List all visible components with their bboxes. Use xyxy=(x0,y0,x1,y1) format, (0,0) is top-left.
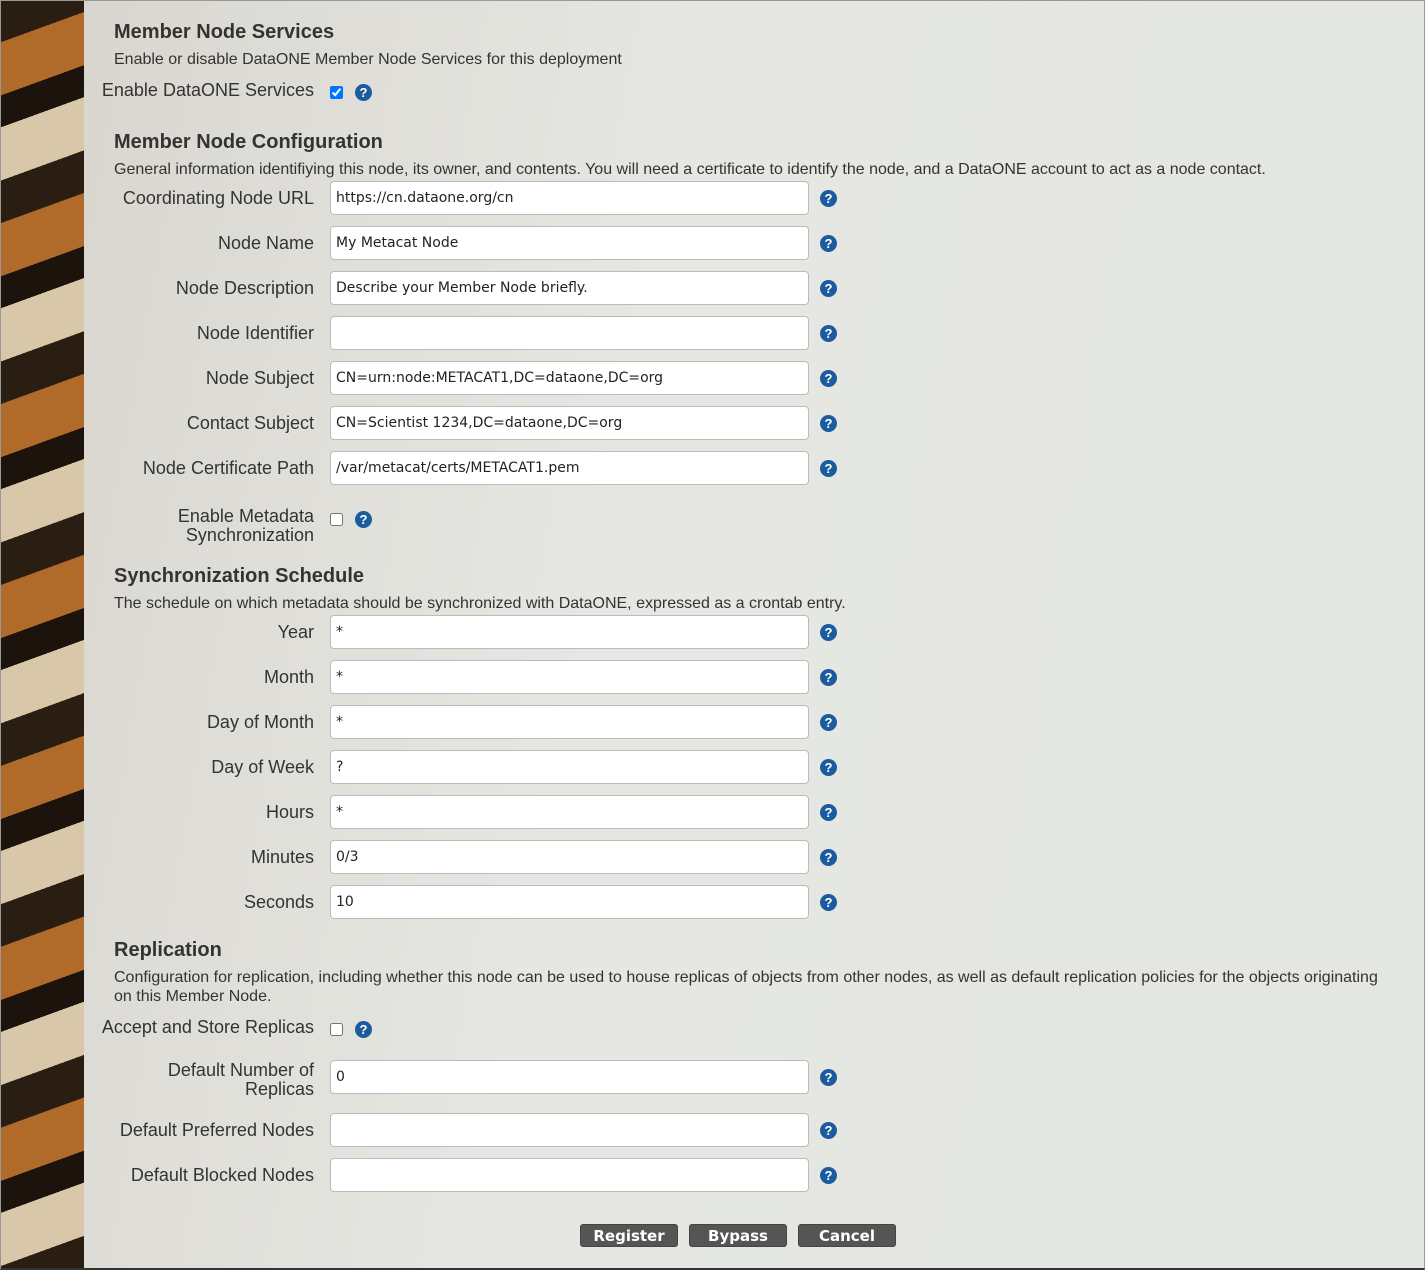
field-label: Day of Week xyxy=(211,757,314,777)
field-label: Hours xyxy=(265,802,314,822)
help-icon[interactable]: ? xyxy=(820,1167,837,1184)
help-icon[interactable]: ? xyxy=(820,325,837,342)
field-input[interactable]: * xyxy=(330,705,809,739)
field-label: Default Blocked Nodes xyxy=(130,1165,314,1185)
section-title-replication: Replication xyxy=(114,939,222,961)
enable-dataone-label: Enable DataONE Services xyxy=(101,80,314,100)
section-title-schedule: Synchronization Schedule xyxy=(114,565,365,587)
field-label: Seconds xyxy=(243,892,314,912)
help-icon[interactable]: ? xyxy=(355,84,372,101)
section-desc-replication: Configuration for replication, including… xyxy=(114,969,1378,1005)
help-icon[interactable]: ? xyxy=(820,280,837,297)
help-icon[interactable]: ? xyxy=(820,714,837,731)
field-input[interactable]: * xyxy=(330,615,809,649)
field-label: Node Name xyxy=(217,233,314,253)
cancel-button[interactable]: Cancel xyxy=(798,1224,896,1247)
help-icon[interactable]: ? xyxy=(355,1021,372,1038)
field-label: Default Preferred Nodes xyxy=(119,1120,314,1140)
help-icon[interactable]: ? xyxy=(820,849,837,866)
field-label: Node Identifier xyxy=(196,323,314,343)
help-icon[interactable]: ? xyxy=(820,460,837,477)
section-desc-config: General information identifiying this no… xyxy=(114,161,1266,178)
field-label: Contact Subject xyxy=(186,413,314,433)
field-input[interactable]: 0 xyxy=(330,1060,809,1094)
field-label: Default Number of Replicas xyxy=(167,1060,314,1099)
accept-replicas-label: Accept and Store Replicas xyxy=(101,1017,314,1037)
bypass-button[interactable]: Bypass xyxy=(689,1224,787,1247)
field-label: Day of Month xyxy=(206,712,314,732)
field-input[interactable]: * xyxy=(330,660,809,694)
field-label: Node Description xyxy=(175,278,314,298)
field-label: Year xyxy=(277,622,314,642)
enable-dataone-checkbox[interactable] xyxy=(330,86,343,99)
field-input[interactable]: CN=Scientist 1234,DC=dataone,DC=org xyxy=(330,406,809,440)
section-title-services: Member Node Services xyxy=(114,21,335,43)
help-icon[interactable]: ? xyxy=(820,759,837,776)
field-input[interactable]: 0/3 xyxy=(330,840,809,874)
field-input[interactable]: 10 xyxy=(330,885,809,919)
field-label: Coordinating Node URL xyxy=(122,188,314,208)
enable-sync-checkbox[interactable] xyxy=(330,513,343,526)
help-icon[interactable]: ? xyxy=(820,1069,837,1086)
field-label: Month xyxy=(263,667,314,687)
help-icon[interactable]: ? xyxy=(820,1122,837,1139)
field-input[interactable]: CN=urn:node:METACAT1,DC=dataone,DC=org xyxy=(330,361,809,395)
help-icon[interactable]: ? xyxy=(820,235,837,252)
register-button[interactable]: Register xyxy=(580,1224,678,1247)
field-label: Minutes xyxy=(250,847,314,867)
section-title-config: Member Node Configuration xyxy=(114,131,383,153)
section-desc-services: Enable or disable DataONE Member Node Se… xyxy=(114,51,622,68)
help-icon[interactable]: ? xyxy=(820,894,837,911)
field-input[interactable]: ? xyxy=(330,750,809,784)
field-input[interactable]: * xyxy=(330,795,809,829)
field-input[interactable]: My Metacat Node xyxy=(330,226,809,260)
accept-replicas-checkbox[interactable] xyxy=(330,1023,343,1036)
help-icon[interactable]: ? xyxy=(820,370,837,387)
field-label: Node Subject xyxy=(205,368,314,388)
help-icon[interactable]: ? xyxy=(820,669,837,686)
field-input[interactable]: https://cn.dataone.org/cn xyxy=(330,181,809,215)
help-icon[interactable]: ? xyxy=(820,415,837,432)
field-input[interactable] xyxy=(330,1158,809,1192)
help-icon[interactable]: ? xyxy=(820,190,837,207)
section-desc-schedule: The schedule on which metadata should be… xyxy=(114,595,846,612)
field-input[interactable]: /var/metacat/certs/METACAT1.pem xyxy=(330,451,809,485)
enable-sync-label: Enable Metadata Synchronization xyxy=(177,506,314,545)
field-input[interactable] xyxy=(330,1113,809,1147)
field-input[interactable]: Describe your Member Node briefly. xyxy=(330,271,809,305)
help-icon[interactable]: ? xyxy=(355,511,372,528)
field-label: Node Certificate Path xyxy=(142,458,314,478)
help-icon[interactable]: ? xyxy=(820,624,837,641)
help-icon[interactable]: ? xyxy=(820,804,837,821)
field-input[interactable] xyxy=(330,316,809,350)
